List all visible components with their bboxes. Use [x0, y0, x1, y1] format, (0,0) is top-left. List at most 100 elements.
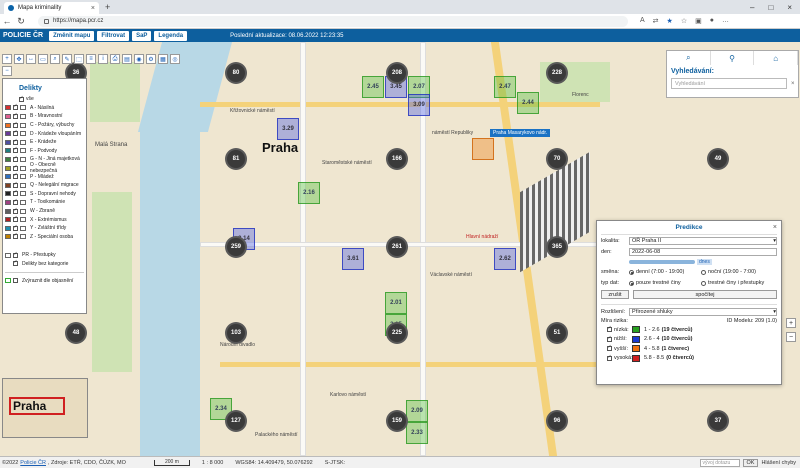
back-icon[interactable]: ←	[0, 16, 14, 26]
crime-cluster[interactable]: 166	[386, 148, 408, 170]
radio[interactable]	[629, 269, 634, 275]
pan-icon[interactable]: ✥	[14, 54, 24, 64]
home-tab-icon[interactable]: ⌂	[754, 51, 799, 65]
crime-cluster[interactable]: 80	[225, 62, 247, 84]
risk-cell[interactable]: 3.29	[277, 118, 299, 140]
risk-cell[interactable]: 2.45	[362, 76, 384, 98]
checkbox[interactable]	[19, 95, 24, 102]
checkbox[interactable]	[13, 251, 18, 258]
crime-cluster[interactable]: 48	[65, 322, 87, 344]
risk-cell[interactable]: 2.09	[406, 400, 428, 422]
filter-button[interactable]: Filtrovat	[97, 30, 130, 41]
risk-cell[interactable]: 3.61	[342, 248, 364, 270]
risk-cell[interactable]: 2.44	[517, 92, 539, 114]
right-zoom-in-icon[interactable]: +	[786, 318, 796, 328]
filter-tab-icon[interactable]: ⚲	[711, 51, 755, 65]
print-icon[interactable]: ⎙	[110, 54, 120, 64]
date-slider[interactable]: dnes	[629, 257, 777, 266]
checkbox[interactable]	[13, 181, 18, 188]
ok-button[interactable]: OK	[742, 458, 759, 467]
legend-item[interactable]: T - Toxikománie	[5, 198, 84, 207]
checkbox[interactable]	[13, 215, 18, 223]
legend-item[interactable]: B - Mravnostní	[5, 112, 84, 121]
crime-cluster[interactable]: 49	[707, 148, 729, 170]
cancel-button[interactable]: zrušit	[601, 290, 629, 299]
checkbox[interactable]	[607, 335, 612, 342]
radio[interactable]	[701, 280, 706, 286]
risk-cell[interactable]: 2.33	[406, 422, 428, 444]
typ-crimes-option[interactable]: pouze trestné činy	[629, 280, 701, 286]
crime-cluster[interactable]: 37	[707, 410, 729, 432]
maximize-icon[interactable]: □	[768, 3, 773, 12]
crime-cluster[interactable]: 261	[386, 236, 408, 258]
checkbox[interactable]	[607, 325, 612, 333]
area-icon[interactable]: ▭	[38, 54, 48, 64]
crime-cluster[interactable]: 159	[386, 410, 408, 432]
legend-item[interactable]: Z - Speciální osoba	[5, 232, 84, 242]
checkbox[interactable]	[13, 155, 18, 162]
radio[interactable]	[629, 280, 634, 286]
crime-cluster[interactable]: 103	[225, 322, 247, 344]
legend-extra-row[interactable]: PR - Přestupky	[5, 251, 84, 260]
checkbox[interactable]	[13, 138, 18, 145]
export-icon[interactable]: ▤	[122, 54, 132, 64]
checkbox[interactable]	[13, 232, 18, 240]
smena-day-option[interactable]: denní (7:00 - 19:00)	[629, 269, 701, 275]
query-input[interactable]: vývoj dotazu	[699, 458, 740, 467]
select-icon[interactable]: ⬚	[74, 54, 84, 64]
checkbox[interactable]	[13, 224, 18, 231]
browser-tab[interactable]: Mapa kriminality ×	[4, 2, 99, 14]
legend-item[interactable]: E - Krádeže	[5, 138, 84, 147]
crime-cluster[interactable]: 81	[225, 148, 247, 170]
checkbox[interactable]	[13, 121, 18, 128]
legend-extra-row[interactable]: Delikty bez kategorie	[13, 259, 84, 269]
crime-cluster[interactable]: 208	[386, 62, 408, 84]
change-map-button[interactable]: Změnit mapu	[49, 30, 95, 41]
legend-item[interactable]: F - Podvody	[5, 146, 84, 156]
checkbox[interactable]	[13, 259, 18, 267]
rozliseni-select[interactable]: Přirozené shluky ▾	[629, 308, 777, 316]
checkbox[interactable]	[607, 344, 612, 352]
url-field[interactable]: https://mapa.pcr.cz	[38, 15, 628, 27]
close-dialog-icon[interactable]: ×	[773, 224, 777, 231]
compute-button[interactable]: spočítej	[633, 290, 777, 299]
crime-cluster[interactable]: 259	[225, 236, 247, 258]
crime-cluster[interactable]: 96	[546, 410, 568, 432]
police-link[interactable]: Policie ČR	[20, 460, 46, 466]
profile-icon[interactable]: ●	[710, 17, 714, 25]
risk-cell[interactable]: 2.16	[298, 182, 320, 204]
globe-icon[interactable]: ◎	[170, 54, 180, 64]
checkbox[interactable]	[13, 172, 18, 180]
legend-item[interactable]: A - Násilná	[5, 103, 84, 113]
radio[interactable]	[701, 269, 706, 275]
new-tab-icon[interactable]: +	[105, 2, 110, 12]
zoom-in-icon[interactable]: +	[2, 54, 12, 64]
sap-button[interactable]: SaP	[132, 30, 152, 41]
risk-level-row[interactable]: nižší: 2.6 - 4(10 čtverců)	[607, 335, 777, 345]
smena-night-option[interactable]: noční (19:00 - 7:00)	[701, 269, 773, 275]
risk-level-row[interactable]: vysoká: 5.8 - 8.5(0 čtverců)	[607, 354, 777, 364]
search-tab-icon[interactable]: ⌕	[667, 51, 711, 65]
settings-icon[interactable]: ⚙	[146, 54, 156, 64]
checkbox[interactable]	[13, 198, 18, 205]
legend-item[interactable]: D - Krádeže vloupáním	[5, 129, 84, 138]
right-zoom-out-icon[interactable]: −	[786, 332, 796, 342]
checkbox[interactable]	[13, 278, 18, 284]
legend-item[interactable]: S - Dopravní nehody	[5, 189, 84, 199]
zoom-box-icon[interactable]: ⌕	[50, 54, 60, 64]
view-icon[interactable]: ◉	[134, 54, 144, 64]
legend-item[interactable]: C - Požáry, výbuchy	[5, 121, 84, 130]
crime-cluster[interactable]: 225	[386, 322, 408, 344]
crime-cluster[interactable]: 228	[546, 62, 568, 84]
slider-track[interactable]	[629, 259, 695, 264]
draw-icon[interactable]: ✎	[62, 54, 72, 64]
checkbox[interactable]	[607, 354, 612, 361]
collections-icon[interactable]: ▣	[695, 17, 702, 25]
close-window-icon[interactable]: ×	[787, 3, 792, 12]
checkbox[interactable]	[12, 164, 18, 171]
legend-item[interactable]: W - Zbraně	[5, 207, 84, 216]
search-input[interactable]: Vyhledávání	[671, 78, 787, 89]
crime-cluster[interactable]: 51	[546, 322, 568, 344]
checkbox[interactable]	[13, 146, 18, 154]
measure-icon[interactable]: ↔	[26, 54, 36, 64]
